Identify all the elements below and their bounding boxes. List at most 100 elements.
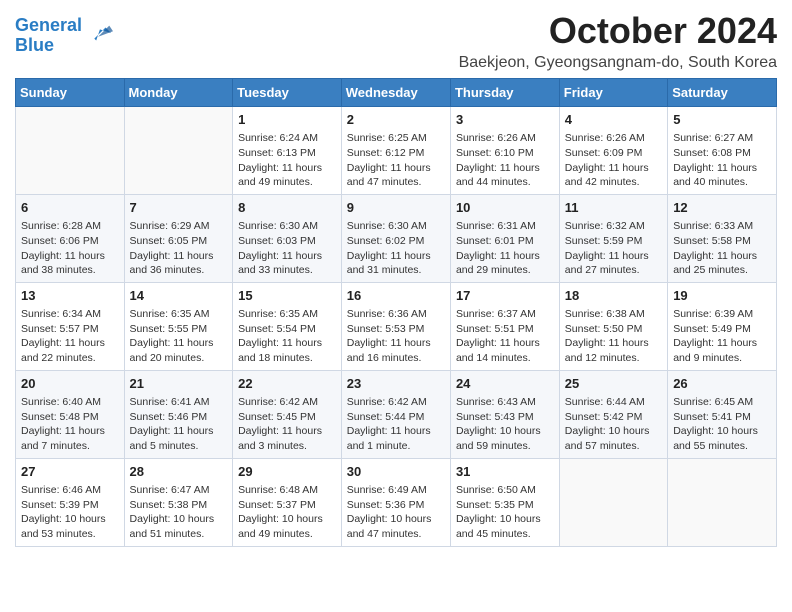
calendar-cell: 12Sunrise: 6:33 AM Sunset: 5:58 PM Dayli… [668,194,777,282]
subtitle: Baekjeon, Gyeongsangnam-do, South Korea [459,54,777,72]
day-number: 26 [673,375,771,393]
calendar-cell: 28 Sunrise: 6:47 AM Sunset: 5:38 PM Dayli… [124,458,233,546]
day-number: 4 [565,111,662,129]
calendar-cell: 25Sunrise: 6:44 AM Sunset: 5:42 PM Dayli… [559,370,667,458]
calendar-cell: 27Sunrise: 6:46 AM Sunset: 5:39 PM Dayli… [16,458,125,546]
day-number: 18 [565,287,662,305]
col-header-wednesday: Wednesday [341,79,450,107]
cell-content: Sunrise: 6:26 AM Sunset: 6:09 PM Dayligh… [565,131,662,190]
day-number: 2 [347,111,445,129]
calendar: SundayMondayTuesdayWednesdayThursdayFrid… [15,78,777,547]
calendar-week-2: 6 Sunrise: 6:28 AM Sunset: 6:06 PM Daylig… [16,194,777,282]
logo: GeneralBlue [15,16,113,56]
day-number: 25 [565,375,662,393]
cell-content: Sunrise: 6:34 AM Sunset: 5:57 PM Dayligh… [21,307,119,366]
cell-content: Sunrise: 6:50 AM Sunset: 5:35 PM Dayligh… [456,483,554,542]
col-header-tuesday: Tuesday [233,79,342,107]
day-number: 3 [456,111,554,129]
day-number: 31 [456,463,554,481]
day-number: 15 [238,287,336,305]
calendar-cell: 19Sunrise: 6:39 AM Sunset: 5:49 PM Dayli… [668,282,777,370]
cell-content: Sunrise: 6:26 AM Sunset: 6:10 PM Dayligh… [456,131,554,190]
day-number: 21 [130,375,228,393]
calendar-cell: 21 Sunrise: 6:41 AM Sunset: 5:46 PM Dayli… [124,370,233,458]
calendar-week-1: 1Sunrise: 6:24 AM Sunset: 6:13 PM Daylig… [16,107,777,195]
calendar-cell: 1Sunrise: 6:24 AM Sunset: 6:13 PM Daylig… [233,107,342,195]
day-number: 23 [347,375,445,393]
calendar-cell: 4 Sunrise: 6:26 AM Sunset: 6:09 PM Daylig… [559,107,667,195]
cell-content: Sunrise: 6:48 AM Sunset: 5:37 PM Dayligh… [238,483,336,542]
calendar-cell: 18 Sunrise: 6:38 AM Sunset: 5:50 PM Dayli… [559,282,667,370]
calendar-cell: 15 Sunrise: 6:35 AM Sunset: 5:54 PM Dayli… [233,282,342,370]
calendar-cell: 3 Sunrise: 6:26 AM Sunset: 6:10 PM Daylig… [450,107,559,195]
calendar-cell: 2 Sunrise: 6:25 AM Sunset: 6:12 PM Daylig… [341,107,450,195]
day-number: 13 [21,287,119,305]
calendar-cell: 23 Sunrise: 6:42 AM Sunset: 5:44 PM Dayli… [341,370,450,458]
header: GeneralBlue October 2024 Baekjeon, Gyeon… [15,10,777,72]
cell-content: Sunrise: 6:30 AM Sunset: 6:02 PM Dayligh… [347,219,445,278]
calendar-cell [559,458,667,546]
cell-content: Sunrise: 6:38 AM Sunset: 5:50 PM Dayligh… [565,307,662,366]
calendar-cell: 30 Sunrise: 6:49 AM Sunset: 5:36 PM Dayli… [341,458,450,546]
calendar-cell: 9 Sunrise: 6:30 AM Sunset: 6:02 PM Daylig… [341,194,450,282]
calendar-cell: 6 Sunrise: 6:28 AM Sunset: 6:06 PM Daylig… [16,194,125,282]
cell-content: Sunrise: 6:33 AM Sunset: 5:58 PM Dayligh… [673,219,771,278]
cell-content: Sunrise: 6:35 AM Sunset: 5:55 PM Dayligh… [130,307,228,366]
calendar-cell: 16Sunrise: 6:36 AM Sunset: 5:53 PM Dayli… [341,282,450,370]
day-number: 5 [673,111,771,129]
cell-content: Sunrise: 6:41 AM Sunset: 5:46 PM Dayligh… [130,395,228,454]
cell-content: Sunrise: 6:27 AM Sunset: 6:08 PM Dayligh… [673,131,771,190]
day-number: 27 [21,463,119,481]
day-number: 17 [456,287,554,305]
calendar-cell: 14 Sunrise: 6:35 AM Sunset: 5:55 PM Dayli… [124,282,233,370]
calendar-cell: 5 Sunrise: 6:27 AM Sunset: 6:08 PM Daylig… [668,107,777,195]
day-number: 30 [347,463,445,481]
day-number: 20 [21,375,119,393]
calendar-cell [668,458,777,546]
cell-content: Sunrise: 6:37 AM Sunset: 5:51 PM Dayligh… [456,307,554,366]
logo-bird-icon [85,20,113,48]
cell-content: Sunrise: 6:47 AM Sunset: 5:38 PM Dayligh… [130,483,228,542]
cell-content: Sunrise: 6:32 AM Sunset: 5:59 PM Dayligh… [565,219,662,278]
cell-content: Sunrise: 6:25 AM Sunset: 6:12 PM Dayligh… [347,131,445,190]
calendar-cell: 17 Sunrise: 6:37 AM Sunset: 5:51 PM Dayli… [450,282,559,370]
calendar-cell [124,107,233,195]
title-area: October 2024 Baekjeon, Gyeongsangnam-do,… [459,10,777,72]
calendar-week-4: 20 Sunrise: 6:40 AM Sunset: 5:48 PM Dayli… [16,370,777,458]
calendar-header: SundayMondayTuesdayWednesdayThursdayFrid… [16,79,777,107]
calendar-cell: 29 Sunrise: 6:48 AM Sunset: 5:37 PM Dayli… [233,458,342,546]
cell-content: Sunrise: 6:43 AM Sunset: 5:43 PM Dayligh… [456,395,554,454]
cell-content: Sunrise: 6:49 AM Sunset: 5:36 PM Dayligh… [347,483,445,542]
calendar-cell: 7 Sunrise: 6:29 AM Sunset: 6:05 PM Daylig… [124,194,233,282]
day-number: 22 [238,375,336,393]
calendar-cell: 10Sunrise: 6:31 AM Sunset: 6:01 PM Dayli… [450,194,559,282]
cell-content: Sunrise: 6:29 AM Sunset: 6:05 PM Dayligh… [130,219,228,278]
col-header-sunday: Sunday [16,79,125,107]
col-header-thursday: Thursday [450,79,559,107]
calendar-week-3: 13 Sunrise: 6:34 AM Sunset: 5:57 PM Dayli… [16,282,777,370]
col-header-saturday: Saturday [668,79,777,107]
cell-content: Sunrise: 6:35 AM Sunset: 5:54 PM Dayligh… [238,307,336,366]
cell-content: Sunrise: 6:28 AM Sunset: 6:06 PM Dayligh… [21,219,119,278]
day-number: 1 [238,111,336,129]
calendar-week-5: 27Sunrise: 6:46 AM Sunset: 5:39 PM Dayli… [16,458,777,546]
day-number: 7 [130,199,228,217]
day-number: 8 [238,199,336,217]
day-number: 29 [238,463,336,481]
cell-content: Sunrise: 6:45 AM Sunset: 5:41 PM Dayligh… [673,395,771,454]
cell-content: Sunrise: 6:40 AM Sunset: 5:48 PM Dayligh… [21,395,119,454]
calendar-cell: 24Sunrise: 6:43 AM Sunset: 5:43 PM Dayli… [450,370,559,458]
day-number: 9 [347,199,445,217]
calendar-cell [16,107,125,195]
calendar-cell: 13 Sunrise: 6:34 AM Sunset: 5:57 PM Dayli… [16,282,125,370]
cell-content: Sunrise: 6:42 AM Sunset: 5:45 PM Dayligh… [238,395,336,454]
col-header-monday: Monday [124,79,233,107]
day-number: 6 [21,199,119,217]
day-number: 19 [673,287,771,305]
calendar-cell: 11Sunrise: 6:32 AM Sunset: 5:59 PM Dayli… [559,194,667,282]
cell-content: Sunrise: 6:42 AM Sunset: 5:44 PM Dayligh… [347,395,445,454]
cell-content: Sunrise: 6:31 AM Sunset: 6:01 PM Dayligh… [456,219,554,278]
calendar-cell: 26 Sunrise: 6:45 AM Sunset: 5:41 PM Dayli… [668,370,777,458]
day-number: 28 [130,463,228,481]
day-number: 14 [130,287,228,305]
